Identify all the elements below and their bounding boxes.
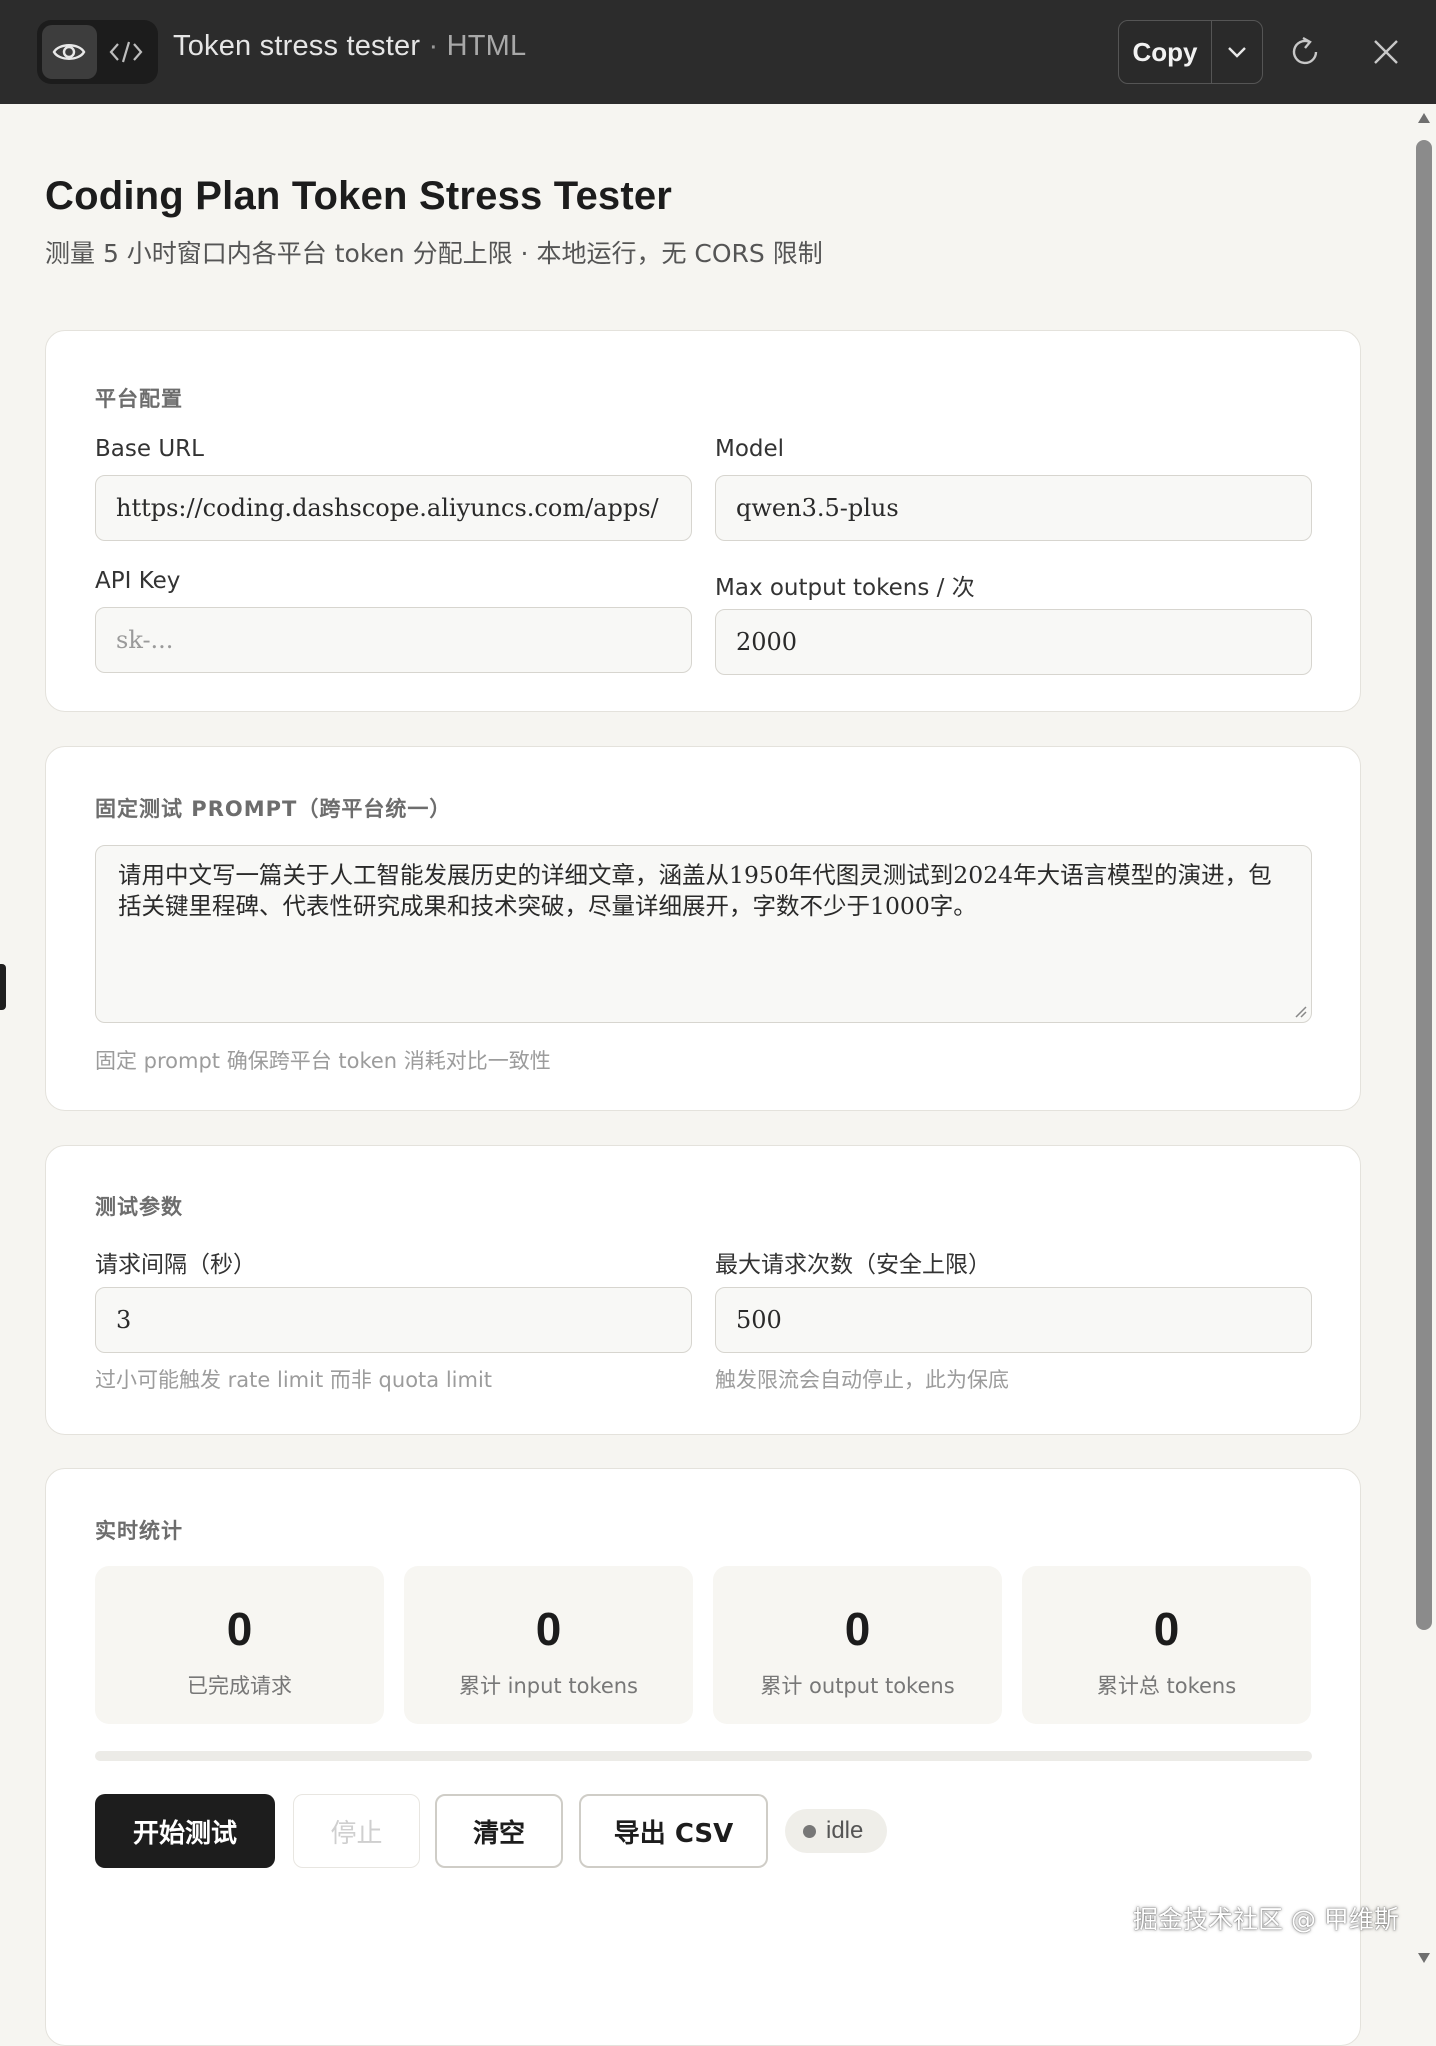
- artifact-title: Token stress tester · HTML: [173, 30, 526, 63]
- eye-icon: [52, 44, 86, 60]
- prompt-textarea[interactable]: 请用中文写一篇关于人工智能发展历史的详细文章，涵盖从1950年代图灵测试到202…: [95, 845, 1312, 1023]
- live-stats-card: 实时统计 0 已完成请求 0 累计 input tokens 0 累计 outp…: [45, 1468, 1361, 2046]
- scroll-down-icon[interactable]: [1417, 1952, 1431, 1964]
- start-test-button[interactable]: 开始测试: [95, 1794, 275, 1868]
- scrollbar-thumb[interactable]: [1416, 140, 1432, 1630]
- stop-button[interactable]: 停止: [293, 1794, 420, 1868]
- stat-input-tokens: 0 累计 input tokens: [404, 1566, 693, 1724]
- stat-output-tokens: 0 累计 output tokens: [713, 1566, 1002, 1724]
- resize-grip-icon[interactable]: [1293, 1004, 1307, 1018]
- scroll-up-icon[interactable]: [1417, 112, 1431, 124]
- section-title: 实时统计: [95, 1519, 183, 1543]
- copy-button[interactable]: Copy: [1119, 21, 1212, 83]
- title-separator: ·: [428, 30, 439, 62]
- model-input[interactable]: qwen3.5-plus: [715, 475, 1312, 541]
- interval-label: 请求间隔（秒）: [95, 1252, 256, 1278]
- preview-toggle[interactable]: [42, 25, 97, 79]
- code-toggle[interactable]: [99, 25, 154, 79]
- code-icon: [109, 41, 143, 63]
- max-tokens-input[interactable]: 2000: [715, 609, 1312, 675]
- view-toggle: [37, 20, 158, 84]
- clear-button[interactable]: 清空: [435, 1794, 563, 1868]
- page-subtitle: 测量 5 小时窗口内各平台 token 分配上限 · 本地运行，无 CORS 限…: [45, 239, 823, 268]
- base-url-input[interactable]: https://coding.dashscope.aliyuncs.com/ap…: [95, 475, 692, 541]
- export-csv-button[interactable]: 导出 CSV: [579, 1794, 768, 1868]
- interval-hint: 过小可能触发 rate limit 而非 quota limit: [95, 1368, 493, 1392]
- stat-total-tokens: 0 累计总 tokens: [1022, 1566, 1311, 1724]
- prompt-hint: 固定 prompt 确保跨平台 token 消耗对比一致性: [95, 1049, 551, 1073]
- base-url-label: Base URL: [95, 436, 204, 462]
- test-params-card: 测试参数 请求间隔（秒） 3 过小可能触发 rate limit 而非 quot…: [45, 1145, 1361, 1435]
- max-tokens-label: Max output tokens / 次: [715, 575, 975, 601]
- platform-config-card: 平台配置 Base URL https://coding.dashscope.a…: [45, 330, 1361, 712]
- interval-input[interactable]: 3: [95, 1287, 692, 1353]
- copy-button-group: Copy: [1118, 20, 1263, 84]
- section-title: 固定测试 PROMPT（跨平台统一）: [95, 797, 452, 821]
- refresh-button[interactable]: [1280, 26, 1332, 78]
- artifact-content: Coding Plan Token Stress Tester 测量 5 小时窗…: [0, 104, 1412, 2046]
- api-key-label: API Key: [95, 568, 181, 594]
- artifact-name: Token stress tester: [173, 30, 421, 62]
- close-button[interactable]: [1360, 26, 1412, 78]
- stat-label: 累计 input tokens: [458, 1674, 639, 1698]
- section-title: 测试参数: [95, 1195, 183, 1219]
- watermark: 掘金技术社区 @ 甲维斯: [1133, 1905, 1399, 1934]
- page-title: Coding Plan Token Stress Tester: [45, 174, 673, 218]
- model-label: Model: [715, 436, 785, 462]
- stat-label: 累计总 tokens: [1096, 1674, 1237, 1698]
- artifact-header: Token stress tester · HTML Copy: [0, 0, 1436, 104]
- close-icon: [1374, 40, 1398, 64]
- stat-value: 0: [226, 1603, 253, 1655]
- artifact-type: HTML: [446, 30, 527, 62]
- refresh-icon: [1292, 36, 1318, 65]
- prompt-text: 请用中文写一篇关于人工智能发展历史的详细文章，涵盖从1950年代图灵测试到202…: [118, 861, 1272, 920]
- copy-options-button[interactable]: [1212, 21, 1262, 83]
- max-requests-label: 最大请求次数（安全上限）: [715, 1252, 991, 1278]
- chevron-down-icon: [1228, 47, 1246, 58]
- progress-bar: [95, 1751, 1312, 1761]
- status-text: idle: [826, 1817, 864, 1844]
- stat-value: 0: [844, 1603, 871, 1655]
- stat-completed-requests: 0 已完成请求: [95, 1566, 384, 1724]
- status-badge: idle: [785, 1809, 887, 1853]
- status-dot: [803, 1824, 816, 1838]
- side-panel-handle[interactable]: [0, 964, 6, 1010]
- section-title: 平台配置: [95, 387, 183, 411]
- api-key-input[interactable]: sk-...: [95, 607, 692, 673]
- prompt-card: 固定测试 PROMPT（跨平台统一） 请用中文写一篇关于人工智能发展历史的详细文…: [45, 746, 1361, 1111]
- stat-value: 0: [1153, 1603, 1180, 1655]
- max-requests-hint: 触发限流会自动停止，此为保底: [715, 1368, 1009, 1392]
- stat-label: 已完成请求: [187, 1674, 292, 1698]
- stat-label: 累计 output tokens: [760, 1674, 955, 1698]
- stat-value: 0: [535, 1603, 562, 1655]
- max-requests-input[interactable]: 500: [715, 1287, 1312, 1353]
